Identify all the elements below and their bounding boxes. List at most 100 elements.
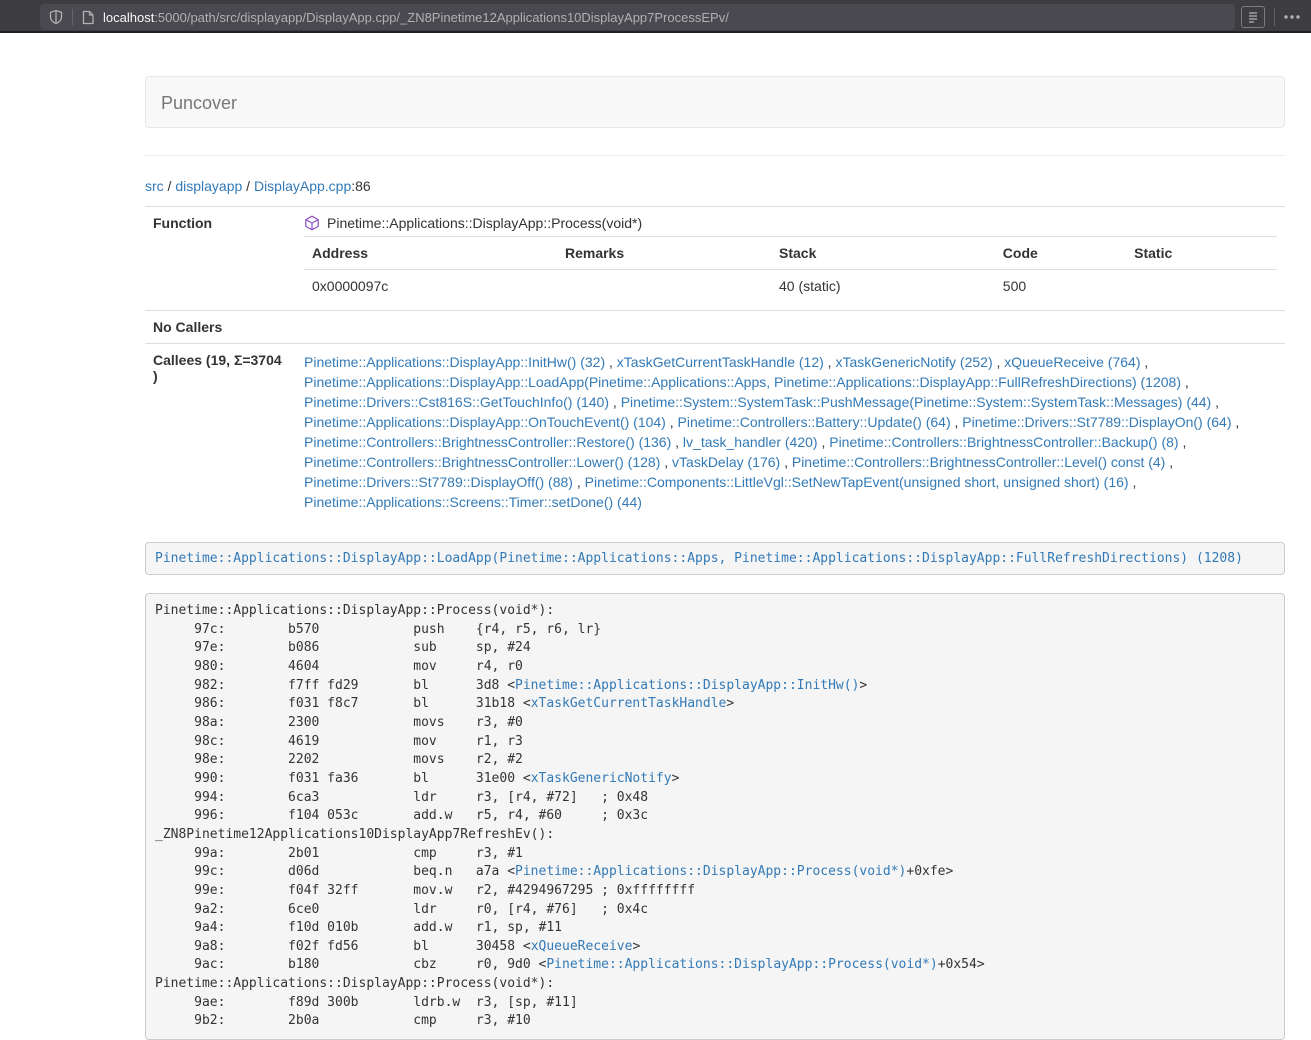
code-text: 990: f031 fa36 bl 31e00 < [155, 771, 531, 786]
shield-icon[interactable] [48, 9, 64, 25]
callee-link[interactable]: xQueueReceive (764) [1004, 354, 1140, 370]
disassembly-line: 994: 6ca3 ldr r3, [r4, #72] ; 0x48 [155, 789, 1275, 808]
callee-link[interactable]: Pinetime::Applications::Screens::Timer::… [304, 494, 642, 510]
disassembly-line: 98e: 2202 movs r2, #2 [155, 751, 1275, 770]
disassembly-line: Pinetime::Applications::DisplayApp::Proc… [155, 975, 1275, 994]
symbol-link[interactable]: xTaskGetCurrentTaskHandle [531, 696, 727, 711]
code-text: 97e: b086 sub sp, #24 [155, 640, 531, 655]
callee-separator: , [818, 434, 830, 450]
breadcrumb-link[interactable]: src [145, 178, 164, 194]
callee-link[interactable]: Pinetime::Drivers::St7789::DisplayOff() … [304, 474, 573, 490]
callee-link[interactable]: Pinetime::Controllers::Battery::Update()… [678, 414, 951, 430]
callee-link[interactable]: Pinetime::Applications::DisplayApp::OnTo… [304, 414, 666, 430]
disassembly-line: _ZN8Pinetime12Applications10DisplayApp7R… [155, 826, 1275, 845]
loadapp-symbol-link[interactable]: Pinetime::Applications::DisplayApp::Load… [155, 551, 1243, 566]
callee-link[interactable]: Pinetime::Controllers::BrightnessControl… [829, 434, 1178, 450]
code-text: 9ae: f89d 300b ldrb.w r3, [sp, #11] [155, 995, 578, 1010]
callee-link[interactable]: Pinetime::Controllers::BrightnessControl… [304, 434, 671, 450]
callee-link[interactable]: Pinetime::Controllers::BrightnessControl… [304, 454, 660, 470]
code-text: > [672, 771, 680, 786]
callee-link[interactable]: Pinetime::Applications::DisplayApp::Load… [304, 374, 1181, 390]
callee-link[interactable]: Pinetime::System::SystemTask::PushMessag… [621, 394, 1212, 410]
code-value: 500 [995, 270, 1126, 303]
address-value: 0x0000097c [304, 270, 557, 303]
code-text: 9a8: f02f fd56 bl 30458 < [155, 939, 531, 954]
callee-link[interactable]: Pinetime::Drivers::St7789::DisplayOn() (… [962, 414, 1231, 430]
code-text: Pinetime::Applications::DisplayApp::Proc… [155, 976, 554, 991]
code-text: 996: f104 053c add.w r5, r4, #60 ; 0x3c [155, 808, 648, 823]
toolbar-divider [1274, 8, 1275, 26]
callee-link[interactable]: Pinetime::Components::LittleVgl::SetNewT… [585, 474, 1129, 490]
code-text: 99e: f04f 32ff mov.w r2, #4294967295 ; 0… [155, 883, 695, 898]
code-text: +0x54> [938, 957, 985, 972]
table-row: 0x0000097c 40 (static) 500 [304, 270, 1277, 303]
code-text: 98a: 2300 movs r3, #0 [155, 715, 523, 730]
highlighted-symbol-block: Pinetime::Applications::DisplayApp::Load… [145, 542, 1285, 575]
breadcrumb-line-number: :86 [351, 178, 370, 194]
navbar: Puncover [145, 76, 1285, 128]
code-text: 980: 4604 mov r4, r0 [155, 659, 523, 674]
disassembly-line: 97e: b086 sub sp, #24 [155, 639, 1275, 658]
callee-separator: , [1129, 474, 1137, 490]
callee-link[interactable]: lv_task_handler (420) [683, 434, 818, 450]
more-menu-icon[interactable] [1279, 8, 1305, 26]
callee-separator: , [1140, 354, 1148, 370]
symbol-link[interactable]: Pinetime::Applications::DisplayApp::Proc… [546, 957, 937, 972]
function-metrics-table: Address Remarks Stack Code Static 0x0000… [304, 236, 1277, 302]
code-text: Pinetime::Applications::DisplayApp::Proc… [155, 603, 554, 618]
code-text: 98e: 2202 movs r2, #2 [155, 752, 523, 767]
code-text: +0xfe> [906, 864, 953, 879]
callee-link[interactable]: xTaskGenericNotify (252) [835, 354, 992, 370]
brand-link[interactable]: Puncover [146, 77, 252, 129]
no-callers-label: No Callers [145, 311, 296, 344]
url-bar[interactable]: localhost:5000/path/src/displayapp/Displ… [40, 4, 1235, 30]
callee-separator: , [573, 474, 585, 490]
callee-link[interactable]: Pinetime::Controllers::BrightnessControl… [792, 454, 1165, 470]
code-text: > [632, 939, 640, 954]
col-header-static: Static [1126, 237, 1277, 270]
disassembly-line: 986: f031 f8c7 bl 31b18 <xTaskGetCurrent… [155, 695, 1275, 714]
table-row: Function Pinetime::Applications::Display… [145, 207, 1285, 311]
disassembly-line: 98c: 4619 mov r1, r3 [155, 733, 1275, 752]
urlbar-divider [72, 9, 73, 25]
symbol-link[interactable]: xTaskGenericNotify [531, 771, 672, 786]
code-text: 9a4: f10d 010b add.w r1, sp, #11 [155, 920, 562, 935]
stack-value: 40 (static) [771, 270, 995, 303]
page-icon[interactable] [81, 10, 95, 25]
symbol-link[interactable]: xQueueReceive [531, 939, 633, 954]
disassembly-line: 99c: d06d beq.n a7a <Pinetime::Applicati… [155, 863, 1275, 882]
code-text: _ZN8Pinetime12Applications10DisplayApp7R… [155, 827, 554, 842]
reader-mode-icon[interactable] [1241, 6, 1265, 28]
callee-separator: , [951, 414, 963, 430]
code-text: 98c: 4619 mov r1, r3 [155, 734, 523, 749]
disassembly-line: 99a: 2b01 cmp r3, #1 [155, 845, 1275, 864]
breadcrumb-link[interactable]: DisplayApp.cpp [254, 178, 351, 194]
callee-separator: , [1232, 414, 1240, 430]
symbol-link[interactable]: Pinetime::Applications::DisplayApp::Proc… [515, 864, 906, 879]
disassembly-block: Pinetime::Applications::DisplayApp::Proc… [145, 593, 1285, 1040]
symbol-link[interactable]: Pinetime::Applications::DisplayApp::Init… [515, 678, 859, 693]
breadcrumb: src / displayapp / DisplayApp.cpp:86 [145, 178, 1285, 194]
callee-separator: , [666, 414, 678, 430]
url-text[interactable]: localhost:5000/path/src/displayapp/Displ… [103, 10, 729, 25]
breadcrumb-link[interactable]: displayapp [175, 178, 242, 194]
code-text: 986: f031 f8c7 bl 31b18 < [155, 696, 531, 711]
url-path: :5000/path/src/displayapp/DisplayApp.cpp… [154, 10, 729, 25]
code-text: 9b2: 2b0a cmp r3, #10 [155, 1013, 531, 1028]
callee-separator: , [609, 394, 621, 410]
callee-link[interactable]: Pinetime::Drivers::Cst816S::GetTouchInfo… [304, 394, 609, 410]
callee-link[interactable]: vTaskDelay (176) [672, 454, 780, 470]
disassembly-line: 9b2: 2b0a cmp r3, #10 [155, 1012, 1275, 1031]
code-text: > [726, 696, 734, 711]
disassembly-line: 996: f104 053c add.w r5, r4, #60 ; 0x3c [155, 807, 1275, 826]
callee-link[interactable]: xTaskGetCurrentTaskHandle (12) [617, 354, 824, 370]
callee-link[interactable]: Pinetime::Applications::DisplayApp::Init… [304, 354, 605, 370]
function-name: Pinetime::Applications::DisplayApp::Proc… [327, 215, 642, 231]
disassembly-line: 982: f7ff fd29 bl 3d8 <Pinetime::Applica… [155, 677, 1275, 696]
static-value [1126, 270, 1277, 303]
callee-separator: , [1181, 374, 1189, 390]
disassembly-line: 99e: f04f 32ff mov.w r2, #4294967295 ; 0… [155, 882, 1275, 901]
url-host: localhost [103, 10, 154, 25]
code-text: 982: f7ff fd29 bl 3d8 < [155, 678, 515, 693]
disassembly-line: 97c: b570 push {r4, r5, r6, lr} [155, 621, 1275, 640]
